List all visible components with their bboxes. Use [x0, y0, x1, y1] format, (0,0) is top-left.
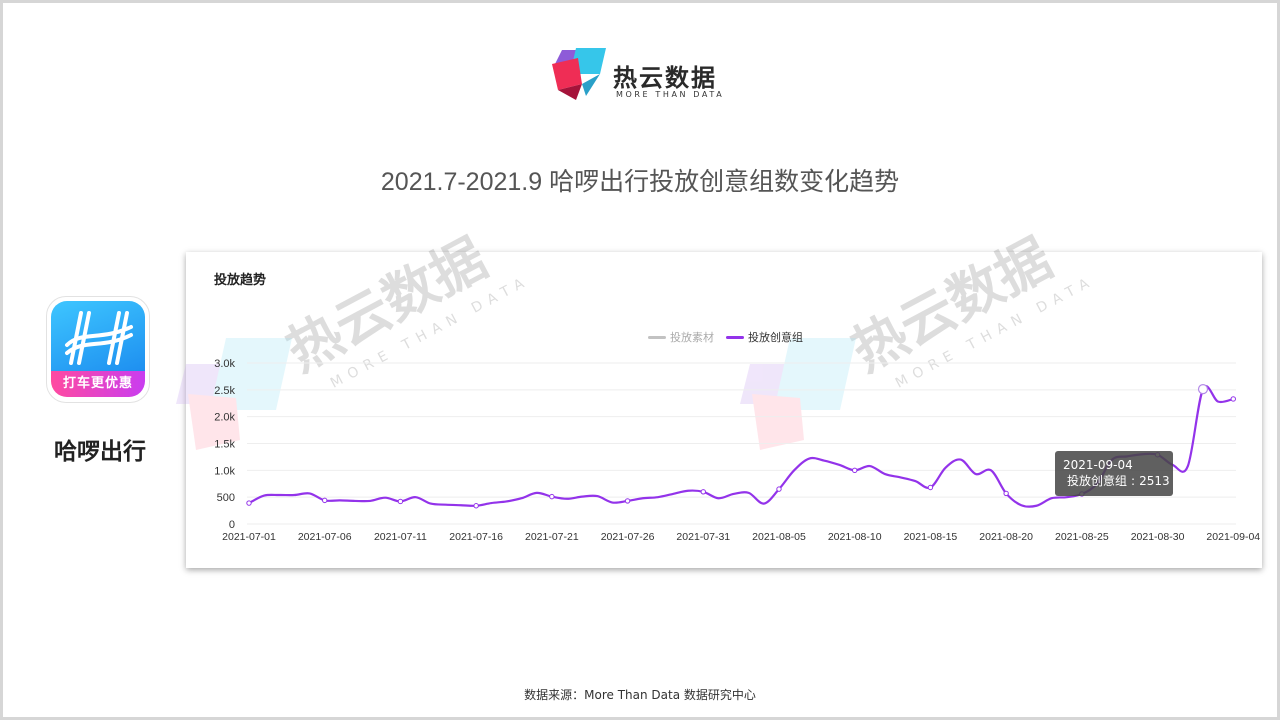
y-tick-label: 1.0k	[214, 465, 235, 477]
watermark-cube-icon	[740, 338, 856, 450]
tooltip-row: 投放创意组 : 2513	[1067, 474, 1170, 488]
x-tick-label: 2021-08-10	[828, 531, 882, 543]
highlight-point	[1197, 384, 1209, 395]
x-tick-label: 2021-09-04	[1206, 531, 1260, 543]
legend-label: 投放创意组	[748, 331, 803, 344]
data-point	[397, 498, 404, 505]
x-tick-label: 2021-07-31	[676, 531, 730, 543]
y-tick-label: 2.0k	[214, 412, 235, 424]
data-point	[549, 493, 555, 500]
y-tick-label: 3.0k	[214, 358, 235, 370]
x-tick-label: 2021-07-26	[601, 531, 655, 543]
data-point	[322, 497, 328, 504]
data-point	[1003, 490, 1009, 497]
data-point	[700, 489, 706, 495]
legend-label: 投放素材	[670, 331, 714, 344]
x-tick-label: 2021-08-30	[1131, 531, 1185, 543]
data-point	[1230, 396, 1236, 402]
tooltip-series: 投放创意组	[1067, 474, 1128, 488]
x-tick-label: 2021-07-11	[374, 531, 427, 543]
y-tick-label: 1.5k	[214, 439, 235, 451]
x-tick-label: 2021-08-15	[904, 531, 958, 543]
y-tick-label: 2.5k	[214, 385, 235, 397]
data-point	[473, 503, 479, 509]
data-point	[776, 486, 782, 492]
x-tick-label: 2021-07-16	[449, 531, 503, 543]
legend-item-material[interactable]: 投放素材	[648, 330, 714, 344]
y-tick-label: 0	[229, 519, 235, 531]
y-tick-label: 500	[217, 492, 235, 504]
chart-tooltip: 2021-09-04 投放创意组 : 2513	[1055, 451, 1173, 496]
data-point	[246, 500, 252, 506]
footer-source: 数据来源：More Than Data 数据研究中心	[524, 688, 756, 702]
legend-swatch	[648, 335, 666, 339]
legend-item-creative-group[interactable]: 投放创意组	[726, 330, 803, 344]
x-axis-ticks: 2021-07-01 2021-07-06 2021-07-11 2021-07-16…	[222, 531, 1260, 543]
chart-legend: 投放素材 投放创意组	[648, 330, 803, 344]
tooltip-date: 2021-09-04	[1063, 458, 1133, 472]
watermarks: 热云数据 MORE THAN DATA 热云数据 MORE THAN DATA	[176, 226, 1098, 450]
data-point	[927, 484, 934, 491]
data-point	[624, 498, 631, 504]
x-tick-label: 2021-07-06	[298, 531, 352, 543]
x-tick-label: 2021-08-20	[979, 531, 1033, 543]
y-axis-ticks: 0 500 1.0k 1.5k 2.0k 2.5k 3.0k	[214, 358, 235, 531]
data-point	[852, 467, 858, 474]
tooltip-value: 2513	[1139, 474, 1170, 488]
x-tick-label: 2021-08-25	[1055, 531, 1109, 543]
x-tick-label: 2021-07-01	[222, 531, 276, 543]
legend-swatch	[726, 335, 744, 339]
x-tick-label: 2021-07-21	[525, 531, 579, 543]
x-tick-label: 2021-08-05	[752, 531, 806, 543]
trend-chart: 热云数据 MORE THAN DATA 热云数据 MORE THAN DATA …	[176, 226, 1260, 543]
